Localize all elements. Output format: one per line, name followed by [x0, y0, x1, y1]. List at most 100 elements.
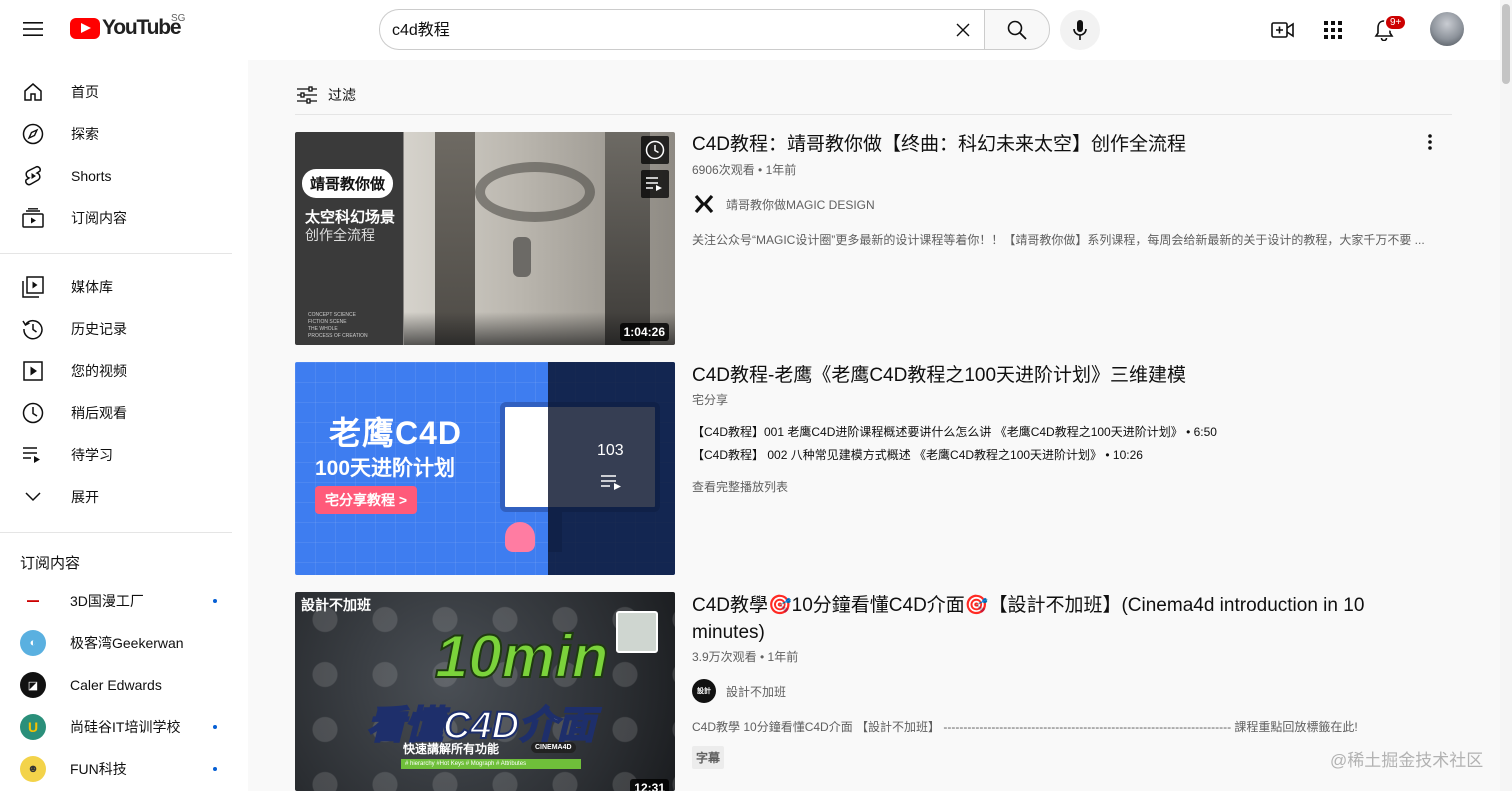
more-options-icon[interactable] — [1418, 130, 1442, 154]
subscription-item[interactable]: ◪ Caler Edwards — [12, 665, 232, 705]
filter-icon — [297, 86, 317, 104]
chevron-down-icon — [21, 485, 45, 509]
watch-later-icon — [21, 401, 45, 425]
sidebar-item-explore[interactable]: 探索 — [12, 114, 232, 154]
thumbnail-small-text: CONCEPT SCIENCE FICTION SCENE THE WHOLE … — [308, 312, 368, 339]
search-input[interactable] — [392, 19, 932, 37]
sidebar-item-playlist[interactable]: 待学习 — [12, 435, 232, 475]
thumbnail-title: 太空科幻场景 — [305, 209, 396, 226]
subscription-item[interactable]: ☻ FUN科技 — [12, 749, 232, 789]
thumbnail-wheel — [475, 162, 595, 222]
subscription-item[interactable]: ◐ 极客湾Geekerwan — [12, 623, 232, 663]
search-box[interactable] — [379, 9, 984, 50]
channel-avatar: ◪ — [20, 672, 46, 698]
channel-name: 設計不加班 — [726, 684, 787, 699]
thumbnail-subtitle: 快速講解所有功能 — [403, 742, 500, 756]
sidebar-item-your-videos[interactable]: 您的视频 — [12, 351, 232, 391]
sidebar-item-home[interactable]: 首页 — [12, 72, 232, 112]
create-video-icon[interactable] — [1265, 12, 1301, 48]
sidebar-item-history[interactable]: 历史记录 — [12, 309, 232, 349]
subscriptions-icon — [21, 206, 45, 230]
thumbnail-figure — [505, 522, 535, 552]
avatar[interactable] — [1430, 12, 1464, 46]
channel-avatar: ◐ — [20, 630, 46, 656]
compass-icon — [21, 122, 45, 146]
youtube-logo[interactable]: YouTube — [70, 16, 182, 40]
notification-badge: 9+ — [1384, 14, 1408, 31]
filter-divider — [295, 114, 1452, 115]
subtitles-badge: 字幕 — [692, 746, 725, 769]
video-meta: 3.9万次观看 • 1年前 — [692, 650, 799, 664]
your-videos-icon — [21, 359, 45, 383]
shorts-icon — [21, 164, 45, 188]
thumbnail-brand: 設計不加班 — [301, 597, 371, 613]
close-icon[interactable] — [950, 17, 976, 43]
playlist-video-item[interactable]: 【C4D教程】 002 八种常见建模方式概述 《老鹰C4D教程之100天进阶计划… — [692, 446, 1143, 463]
new-content-dot — [213, 725, 217, 729]
menu-icon[interactable] — [16, 12, 50, 46]
video-duration: 1:04:26 — [619, 323, 669, 341]
view-full-playlist-link[interactable]: 查看完整播放列表 — [692, 478, 788, 495]
filter-button[interactable]: 过滤 — [296, 82, 356, 108]
thumbnail-astronaut — [513, 237, 531, 277]
sidebar-item-library[interactable]: 媒体库 — [12, 267, 232, 307]
thumbnail-cinema4d-badge: CINEMA4D — [531, 742, 576, 753]
new-content-dot — [213, 767, 217, 771]
playlist-thumbnail[interactable]: 老鹰C4D 100天进阶计划 宅分享教程 > 103 — [295, 362, 675, 575]
channel-avatar: U — [20, 714, 46, 740]
sidebar-divider — [0, 532, 232, 533]
notifications-button[interactable]: 9+ — [1366, 12, 1408, 48]
search-button[interactable] — [984, 9, 1050, 50]
channel-avatar: ☻ — [20, 756, 46, 782]
sidebar-item-expand[interactable]: 展开 — [12, 477, 232, 517]
top-bar: YouTube SG 9+ — [0, 0, 1512, 60]
thumbnail-subtitle: 创作全流程 — [305, 227, 375, 243]
watermark: @稀土掘金技术社区 — [1330, 751, 1484, 770]
video-description: 关注公众号“MAGIC设计圈”更多最新的设计课程等着你！！【靖哥教你做】系列课程… — [692, 233, 1425, 247]
watch-later-icon[interactable] — [641, 136, 669, 164]
playlist-count: 103 — [597, 442, 624, 459]
add-to-queue-icon[interactable] — [641, 170, 669, 198]
video-duration: 12:31 — [630, 779, 669, 791]
sidebar-item-shorts[interactable]: Shorts — [12, 156, 232, 196]
thumbnail-subtitle: 100天进阶计划 — [315, 457, 456, 480]
video-meta: 6906次观看 • 1年前 — [692, 163, 797, 177]
channel-link[interactable]: 設計 設計不加班 — [692, 679, 786, 703]
playlist-title[interactable]: C4D教程-老鹰《老鹰C4D教程之100天进阶计划》三维建模 — [692, 362, 1412, 389]
history-icon — [21, 317, 45, 341]
new-content-dot — [213, 599, 217, 603]
subscriptions-section-title: 订阅内容 — [20, 555, 81, 572]
channel-link[interactable]: 靖哥教你做MAGIC DESIGN — [692, 192, 875, 216]
playlist-overlay — [548, 362, 675, 575]
thumbnail-big-text: 10min — [434, 622, 609, 691]
scrollbar-thumb[interactable] — [1502, 4, 1510, 84]
video-title[interactable]: C4D教程：靖哥教你做【终曲：科幻未来太空】创作全流程 — [692, 131, 1412, 158]
microphone-button[interactable] — [1060, 10, 1100, 50]
video-title[interactable]: C4D教學🎯10分鐘看懂C4D介面🎯【設計不加班】(Cinema4d intro… — [692, 592, 1412, 646]
sidebar-item-watch-later[interactable]: 稍后观看 — [12, 393, 232, 433]
thumbnail-title: 老鹰C4D — [329, 415, 463, 451]
scrollbar[interactable] — [1500, 0, 1512, 791]
channel-avatar: ▬▬ — [20, 588, 46, 614]
sidebar: 首页 探索 Shorts 订阅内容 媒体库 历史记录 您的视频 稍后观看 待学习… — [0, 60, 248, 791]
logo-text: YouTube — [102, 16, 182, 39]
playlist-video-item[interactable]: 【C4D教程】001 老鹰C4D进阶课程概述要讲什么怎么讲 《老鹰C4D教程之1… — [692, 423, 1217, 440]
video-thumbnail[interactable]: 靖哥教你做 太空科幻场景 创作全流程 CONCEPT SCIENCE FICTI… — [295, 132, 675, 345]
library-icon — [21, 275, 45, 299]
thumbnail-badge: 靖哥教你做 — [302, 169, 394, 198]
sidebar-item-subscriptions[interactable]: 订阅内容 — [12, 198, 232, 238]
subscription-item[interactable]: U 尚硅谷IT培训学校 — [12, 707, 232, 747]
home-icon — [21, 80, 45, 104]
youtube-play-icon — [70, 17, 100, 39]
playlist-icon — [601, 475, 621, 490]
search-icon — [1007, 20, 1027, 40]
video-description: C4D教學 10分鐘看懂C4D介面 【設計不加班】 --------------… — [692, 720, 1358, 734]
thumbnail-presenter — [616, 611, 658, 653]
channel-name: 靖哥教你做MAGIC DESIGN — [726, 197, 875, 212]
microphone-icon — [1073, 20, 1087, 40]
video-thumbnail[interactable]: 設計不加班 10min 看懂C4D介面 快速講解所有功能 CINEMA4D # … — [295, 592, 675, 791]
subscription-item[interactable]: ▬▬ 3D国漫工厂 — [12, 581, 232, 621]
channel-avatar: 設計 — [692, 679, 716, 703]
playlist-channel[interactable]: 宅分享 — [692, 391, 728, 408]
apps-grid-icon[interactable] — [1315, 12, 1351, 48]
